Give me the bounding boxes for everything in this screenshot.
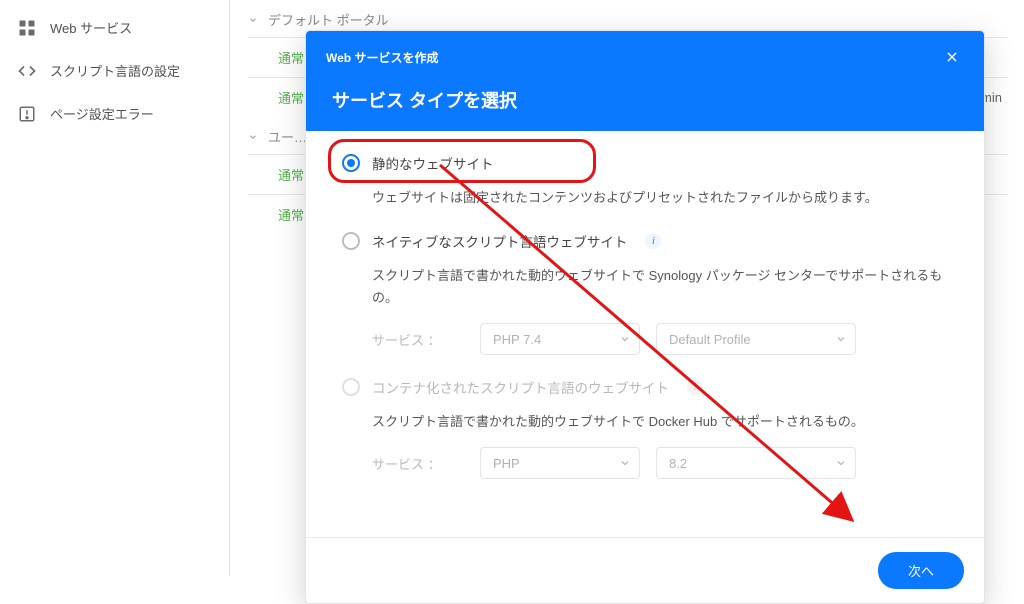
select-version[interactable]: 8.2: [656, 447, 856, 479]
next-button[interactable]: 次へ: [878, 552, 964, 589]
modal-big-title: サービス タイプを選択: [326, 69, 964, 131]
sidebar-item-page-error[interactable]: ページ設定エラー: [0, 92, 229, 135]
chevron-down-icon: [619, 333, 631, 345]
chevron-down-icon: [248, 15, 258, 25]
service-label: サービス ：: [372, 454, 464, 473]
select-php-version[interactable]: PHP 7.4: [480, 323, 640, 355]
option-native-script[interactable]: ネイティブなスクリプト言語ウェブサイト i スクリプト言語で書かれた動的ウェブサ…: [342, 227, 948, 355]
modal-header: Web サービスを作成 サービス タイプを選択: [306, 31, 984, 131]
option-label: 静的なウェブサイト: [372, 153, 494, 173]
code-icon: [18, 62, 36, 80]
service-row: サービス ： PHP 7.4 Default Profile: [342, 309, 948, 355]
radio-container: [342, 378, 360, 396]
select-language[interactable]: PHP: [480, 447, 640, 479]
info-icon: i: [687, 379, 703, 395]
create-web-service-modal: Web サービスを作成 サービス タイプを選択 静的なウェブサイト ウェブサイト…: [305, 30, 985, 604]
sidebar-item-label: Web サービス: [50, 18, 132, 37]
option-static-website[interactable]: 静的なウェブサイト ウェブサイトは固定されたコンテンツおよびプリセットされたファ…: [342, 149, 948, 209]
option-container-script: コンテナ化されたスクリプト言語のウェブサイト i スクリプト言語で書かれた動的ウ…: [342, 373, 948, 479]
chevron-down-icon: [248, 132, 258, 142]
chevron-down-icon: [835, 457, 847, 469]
info-icon[interactable]: i: [645, 233, 661, 249]
close-icon: [945, 50, 959, 64]
select-value: Default Profile: [669, 332, 751, 347]
option-desc: スクリプト言語で書かれた動的ウェブサイトで Docker Hub でサポートされ…: [342, 401, 948, 433]
modal-body: 静的なウェブサイト ウェブサイトは固定されたコンテンツおよびプリセットされたファ…: [306, 131, 984, 537]
select-value: 8.2: [669, 456, 687, 471]
select-profile[interactable]: Default Profile: [656, 323, 856, 355]
service-row: サービス ： PHP 8.2: [342, 433, 948, 479]
grid-icon: [18, 19, 36, 37]
option-desc: スクリプト言語で書かれた動的ウェブサイトで Synology パッケージ センタ…: [342, 255, 948, 309]
service-label: サービス ：: [372, 330, 464, 349]
option-label: ネイティブなスクリプト言語ウェブサイト: [372, 231, 627, 251]
sidebar-item-web-service[interactable]: Web サービス: [0, 6, 229, 49]
sidebar-item-label: ページ設定エラー: [50, 104, 154, 123]
select-value: PHP: [493, 456, 520, 471]
sidebar: Web サービス スクリプト言語の設定 ページ設定エラー: [0, 0, 230, 576]
radio-native[interactable]: [342, 232, 360, 250]
chevron-down-icon: [835, 333, 847, 345]
modal-footer: 次へ: [306, 537, 984, 603]
error-icon: [18, 105, 36, 123]
option-label: コンテナ化されたスクリプト言語のウェブサイト: [372, 377, 669, 397]
select-value: PHP 7.4: [493, 332, 541, 347]
option-desc: ウェブサイトは固定されたコンテンツおよびプリセットされたファイルから成ります。: [342, 177, 948, 209]
section-title: デフォルト ポータル: [268, 10, 389, 29]
modal-small-title: Web サービスを作成: [326, 49, 438, 66]
close-button[interactable]: [940, 45, 964, 69]
chevron-down-icon: [619, 457, 631, 469]
radio-static[interactable]: [342, 154, 360, 172]
sidebar-item-label: スクリプト言語の設定: [50, 61, 180, 80]
sidebar-item-script-lang[interactable]: スクリプト言語の設定: [0, 49, 229, 92]
section-title: ユー…: [268, 127, 307, 146]
